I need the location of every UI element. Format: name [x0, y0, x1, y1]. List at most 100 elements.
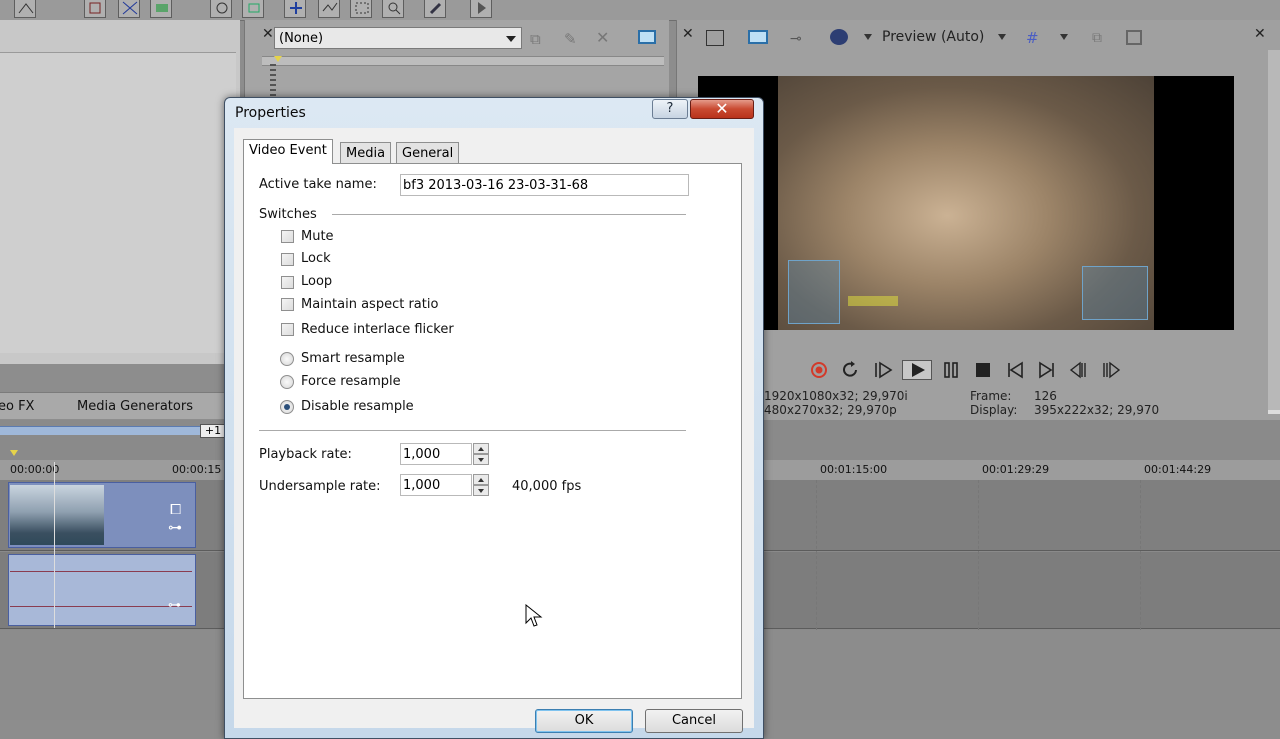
cancel-button[interactable]: Cancel	[645, 709, 743, 733]
overlays-icon[interactable]: #	[1026, 29, 1039, 47]
smart-resample-label[interactable]: Smart resample	[301, 351, 405, 366]
copy-snapshot-icon[interactable]: ⧉	[1092, 30, 1102, 46]
audio-fx-icon[interactable]: ⊶	[168, 598, 181, 613]
chevron-down-icon	[506, 36, 516, 42]
pause-icon[interactable]	[940, 360, 962, 380]
audio-waveform	[10, 571, 192, 572]
tab-video-fx[interactable]: eo FX	[0, 399, 34, 414]
reduce-interlace-flicker-label[interactable]: Reduce interlace flicker	[301, 322, 454, 337]
timeline-zoom-badge[interactable]: +1	[200, 424, 226, 438]
frame-label: Frame:	[970, 389, 1012, 403]
loop-playback-icon[interactable]	[840, 360, 862, 380]
fx-remove-icon[interactable]: ✕	[596, 28, 609, 47]
go-to-start-icon[interactable]	[1004, 360, 1026, 380]
envelope-tool-icon[interactable]	[14, 0, 36, 18]
zoom-tool-icon[interactable]	[382, 0, 404, 18]
split-screen-icon[interactable]: ⊸	[790, 31, 802, 47]
audio-event-clip[interactable]	[8, 554, 196, 626]
playback-rate-label: Playback rate:	[259, 447, 352, 462]
event-pan-crop-icon[interactable]: ⧠	[170, 502, 181, 518]
loop-region-bar[interactable]	[0, 426, 200, 435]
preview-quality-select[interactable]: Preview (Auto)	[882, 29, 984, 45]
frame-value: 126	[1034, 389, 1057, 403]
selection-edit-tool-icon[interactable]	[350, 0, 372, 18]
disable-resample-radio[interactable]	[280, 400, 294, 414]
force-resample-label[interactable]: Force resample	[301, 374, 401, 389]
save-snapshot-icon[interactable]	[1126, 30, 1142, 45]
tab-media[interactable]: Media	[340, 142, 392, 163]
explorer-panel	[0, 20, 240, 364]
smart-resample-radio[interactable]	[280, 352, 294, 366]
disable-resample-label[interactable]: Disable resample	[301, 399, 414, 414]
go-to-end-icon[interactable]	[1036, 360, 1058, 380]
fx-plugin-chain-icon[interactable]: ⧉	[530, 30, 541, 48]
markers-icon[interactable]	[470, 0, 492, 18]
mute-checkbox[interactable]	[281, 230, 294, 243]
close-icon[interactable]: ✕	[682, 26, 694, 42]
video-output-fx-icon[interactable]	[706, 30, 724, 46]
ok-button[interactable]: OK	[535, 709, 633, 733]
fx-chain-select[interactable]: (None)	[274, 27, 522, 49]
explorer-content	[0, 52, 236, 353]
selection-box-icon[interactable]	[118, 0, 140, 18]
chevron-down-icon[interactable]	[998, 34, 1006, 40]
undersample-rate-stepper[interactable]	[473, 474, 489, 496]
record-icon[interactable]	[808, 360, 830, 380]
play-from-start-icon[interactable]	[872, 360, 894, 380]
auto-crossfade-icon[interactable]	[210, 0, 232, 18]
playback-rate-stepper[interactable]	[473, 443, 489, 465]
lock-envelopes-icon[interactable]	[242, 0, 264, 18]
loop-checkbox[interactable]	[281, 276, 294, 289]
snap-to-grid-icon[interactable]	[424, 0, 446, 18]
preview-format-info: 480x270x32; 29,970p	[764, 403, 897, 417]
hud-minimap	[788, 260, 840, 324]
main-toolbar	[0, 0, 1280, 21]
playback-rate-field[interactable]: 1,000	[400, 443, 472, 465]
loop-label[interactable]: Loop	[301, 274, 332, 289]
section-divider	[332, 214, 686, 215]
active-take-label: Active take name:	[259, 177, 377, 192]
tab-general[interactable]: General	[396, 142, 460, 163]
normal-edit-tool-icon[interactable]	[284, 0, 306, 18]
section-divider	[259, 430, 686, 431]
chevron-down-icon[interactable]	[1060, 34, 1068, 40]
play-icon[interactable]	[902, 360, 932, 380]
lock-label[interactable]: Lock	[301, 251, 331, 266]
event-fx-icon[interactable]: ⊶	[168, 520, 182, 536]
tab-video-event[interactable]: Video Event	[243, 139, 333, 164]
preview-quality-icon[interactable]	[830, 29, 848, 45]
switches-label: Switches	[259, 207, 317, 222]
reduce-interlace-flicker-checkbox[interactable]	[281, 323, 294, 336]
lock-checkbox[interactable]	[281, 253, 294, 266]
display-value: 395x222x32; 29,970	[1034, 403, 1160, 417]
display-label: Display:	[970, 403, 1018, 417]
maintain-aspect-ratio-label[interactable]: Maintain aspect ratio	[301, 297, 438, 312]
marker-icon	[10, 450, 18, 456]
external-monitor-icon[interactable]	[748, 30, 768, 44]
chevron-down-icon[interactable]	[864, 34, 872, 40]
ripple-edit-icon[interactable]	[84, 0, 106, 18]
close-icon[interactable]: ✕	[1254, 26, 1266, 42]
undersample-rate-label: Undersample rate:	[259, 479, 381, 494]
preview-on-external-icon[interactable]	[638, 30, 656, 44]
stop-icon[interactable]	[972, 360, 994, 380]
undersample-rate-field[interactable]: 1,000	[400, 474, 472, 496]
tab-media-generators[interactable]: Media Generators	[77, 399, 193, 414]
close-icon[interactable]: ✕	[262, 26, 274, 42]
close-button[interactable]: ✕	[690, 99, 754, 119]
maintain-aspect-ratio-checkbox[interactable]	[281, 298, 294, 311]
timecode-label: 00:01:29:29	[982, 463, 1050, 476]
envelope-edit-tool-icon[interactable]	[318, 0, 340, 18]
next-frame-icon[interactable]	[1100, 360, 1122, 380]
playhead[interactable]	[54, 462, 55, 628]
mute-label[interactable]: Mute	[301, 229, 334, 244]
help-button[interactable]: ?	[652, 99, 688, 119]
previous-frame-icon[interactable]	[1068, 360, 1090, 380]
undersample-fps-value: 40,000 fps	[512, 479, 582, 494]
preview-scrollbar[interactable]	[1268, 50, 1280, 410]
fx-add-icon[interactable]: ✎	[564, 30, 577, 48]
force-resample-radio[interactable]	[280, 375, 294, 389]
preview-frame	[778, 76, 1154, 330]
active-take-name-field[interactable]: bf3 2013-03-16 23-03-31-68	[400, 174, 689, 196]
snapping-icon[interactable]	[150, 0, 172, 18]
